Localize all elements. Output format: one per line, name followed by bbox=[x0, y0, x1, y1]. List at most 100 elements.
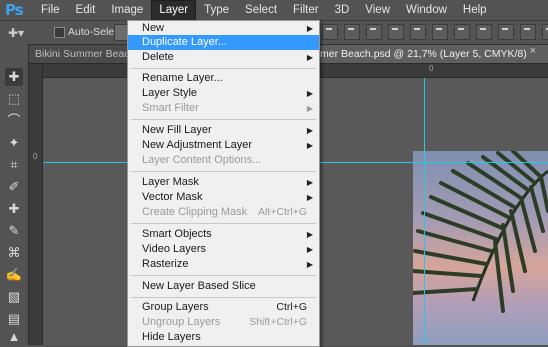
quick-select-tool-icon[interactable]: ✦ bbox=[5, 134, 23, 152]
menu-item-label: New Adjustment Layer bbox=[142, 139, 253, 151]
submenu-arrow-icon: ▶ bbox=[306, 104, 313, 113]
menu-item-layer-style[interactable]: Layer Style ▶ bbox=[128, 86, 319, 101]
submenu-arrow-icon: ▶ bbox=[306, 178, 313, 187]
menu-item-create-clipping-mask[interactable]: Create Clipping Mask Alt+Ctrl+G bbox=[128, 205, 319, 220]
menu-item-label: New bbox=[142, 22, 165, 34]
eyedropper-tool-icon[interactable]: ✐ bbox=[5, 178, 23, 196]
gradient-tool-icon[interactable]: ▤ bbox=[5, 310, 23, 328]
menu-item-label: Layer Style bbox=[142, 87, 198, 99]
menu-window[interactable]: Window bbox=[398, 0, 455, 20]
menu-item-label: Rename Layer... bbox=[142, 72, 223, 84]
menu-item-duplicate-layer[interactable]: Duplicate Layer... bbox=[128, 35, 319, 50]
align-vcenter-icon[interactable] bbox=[344, 24, 360, 40]
menu-item-shortcut: Alt+Ctrl+G bbox=[257, 206, 307, 218]
ruler-zero-label-vertical: 0 bbox=[33, 152, 38, 161]
menu-select[interactable]: Select bbox=[237, 0, 285, 20]
tab-document-active[interactable]: mer Beach.psd @ 21,7% (Layer 5, CMYK/8) bbox=[314, 45, 548, 63]
menu-filter[interactable]: Filter bbox=[285, 0, 327, 20]
menu-item-delete[interactable]: Delete ▶ bbox=[128, 50, 319, 65]
submenu-arrow-icon: ▶ bbox=[306, 141, 313, 150]
distribute-bottom-icon[interactable] bbox=[498, 24, 514, 40]
align-right-icon[interactable] bbox=[432, 24, 448, 40]
vertical-guide[interactable] bbox=[424, 78, 425, 345]
crop-tool-icon[interactable]: ⌗ bbox=[5, 156, 23, 174]
align-left-icon[interactable] bbox=[388, 24, 404, 40]
menu-item-layer-mask[interactable]: Layer Mask ▶ bbox=[128, 175, 319, 190]
clone-stamp-tool-icon[interactable]: ⌘ bbox=[5, 244, 23, 262]
move-tool-preset-icon[interactable]: ✚▾ bbox=[8, 26, 24, 40]
menu-item-smart-filter[interactable]: Smart Filter ▶ bbox=[128, 101, 319, 116]
menu-item-new-fill-layer[interactable]: New Fill Layer ▶ bbox=[128, 123, 319, 138]
menu-item-label: Video Layers bbox=[142, 243, 207, 255]
photoshop-logo: Ps bbox=[5, 1, 24, 19]
tools-panel: ✚ ⬚ ⌒ ✦ ⌗ ✐ ✚ ✎ ⌘ ✍ ▧ ▤ ▲ bbox=[0, 44, 29, 345]
menu-item-label: Layer Mask bbox=[142, 176, 199, 188]
auto-select-dropdown[interactable] bbox=[114, 24, 128, 41]
menu-item-label: Create Clipping Mask bbox=[142, 206, 248, 218]
submenu-arrow-icon: ▶ bbox=[306, 230, 313, 239]
brush-tool-icon[interactable]: ✎ bbox=[5, 222, 23, 240]
align-hcenter-icon[interactable] bbox=[410, 24, 426, 40]
lasso-tool-icon[interactable]: ⌒ bbox=[5, 112, 23, 130]
menu-item-group-layers[interactable]: Group Layers Ctrl+G bbox=[128, 300, 319, 315]
menu-item-new[interactable]: New ▶ bbox=[128, 21, 319, 36]
palm-leaf-image bbox=[413, 151, 548, 313]
menu-item-label: Layer Content Options... bbox=[142, 154, 262, 166]
menu-item-rename-layer[interactable]: Rename Layer... bbox=[128, 71, 319, 86]
tab-document-1[interactable]: Bikini Summer Beach... bbox=[29, 45, 134, 63]
submenu-arrow-icon: ▶ bbox=[306, 126, 313, 135]
submenu-arrow-icon: ▶ bbox=[306, 89, 313, 98]
menu-item-label: Ungroup Layers bbox=[142, 316, 221, 328]
align-top-icon[interactable] bbox=[322, 24, 338, 40]
distribute-left-icon[interactable] bbox=[520, 24, 536, 40]
menu-item-shortcut: Ctrl+G bbox=[276, 301, 307, 313]
close-tab-icon[interactable]: × bbox=[530, 45, 536, 57]
align-bottom-icon[interactable] bbox=[366, 24, 382, 40]
menu-item-vector-mask[interactable]: Vector Mask ▶ bbox=[128, 190, 319, 205]
menu-item-new-layer-based-slice[interactable]: New Layer Based Slice bbox=[128, 279, 319, 294]
menu-item-layer-content-options[interactable]: Layer Content Options... bbox=[128, 153, 319, 168]
menu-item-label: Duplicate Layer... bbox=[142, 36, 227, 48]
menu-type[interactable]: Type bbox=[196, 0, 237, 20]
menu-item-video-layers[interactable]: Video Layers ▶ bbox=[128, 242, 319, 257]
menu-item-label: New Layer Based Slice bbox=[142, 280, 256, 292]
beach-photo bbox=[413, 151, 548, 345]
distribute-vcenter-icon[interactable] bbox=[476, 24, 492, 40]
menu-item-ungroup-layers[interactable]: Ungroup Layers Shift+Ctrl+G bbox=[128, 315, 319, 330]
marquee-tool-icon[interactable]: ⬚ bbox=[5, 90, 23, 108]
distribute-top-icon[interactable] bbox=[454, 24, 470, 40]
menu-separator bbox=[131, 297, 316, 298]
move-tool-icon[interactable]: ✚ bbox=[5, 68, 23, 86]
menu-item-label: Smart Objects bbox=[142, 228, 212, 240]
menu-item-new-adjustment-layer[interactable]: New Adjustment Layer ▶ bbox=[128, 138, 319, 153]
menu-item-hide-layers[interactable]: Hide Layers bbox=[128, 330, 319, 345]
menu-3d[interactable]: 3D bbox=[327, 0, 358, 20]
menu-separator bbox=[131, 223, 316, 224]
vertical-ruler[interactable]: 0 bbox=[29, 64, 43, 345]
eraser-tool-icon[interactable]: ▧ bbox=[5, 288, 23, 306]
menu-edit[interactable]: Edit bbox=[68, 0, 104, 20]
menu-item-rasterize[interactable]: Rasterize ▶ bbox=[128, 257, 319, 272]
menu-item-label: Rasterize bbox=[142, 258, 189, 270]
history-brush-tool-icon[interactable]: ✍ bbox=[5, 266, 23, 284]
menu-item-label: New Fill Layer bbox=[142, 124, 212, 136]
menu-help[interactable]: Help bbox=[455, 0, 495, 20]
auto-select-checkbox[interactable] bbox=[54, 27, 65, 38]
menu-item-smart-objects[interactable]: Smart Objects ▶ bbox=[128, 227, 319, 242]
distribute-right-icon[interactable] bbox=[542, 24, 548, 40]
healing-brush-tool-icon[interactable]: ✚ bbox=[5, 200, 23, 218]
tab-document-active-label: mer Beach.psd @ 21,7% (Layer 5, CMYK/8) bbox=[320, 48, 527, 60]
submenu-arrow-icon: ▶ bbox=[306, 53, 313, 62]
menu-layer[interactable]: Layer bbox=[151, 0, 197, 20]
menu-separator bbox=[131, 68, 316, 69]
menu-item-shortcut: Shift+Ctrl+G bbox=[249, 316, 307, 328]
menu-item-label: Vector Mask bbox=[142, 191, 203, 203]
align-buttons bbox=[322, 24, 548, 40]
menu-image[interactable]: Image bbox=[103, 0, 151, 20]
menu-file[interactable]: File bbox=[33, 0, 68, 20]
menu-view[interactable]: View bbox=[357, 0, 398, 20]
menu-item-label: Delete bbox=[142, 51, 174, 63]
ruler-zero-label: 0 bbox=[429, 64, 434, 73]
blur-tool-icon[interactable]: ▲ bbox=[5, 328, 23, 346]
submenu-arrow-icon: ▶ bbox=[306, 24, 313, 33]
